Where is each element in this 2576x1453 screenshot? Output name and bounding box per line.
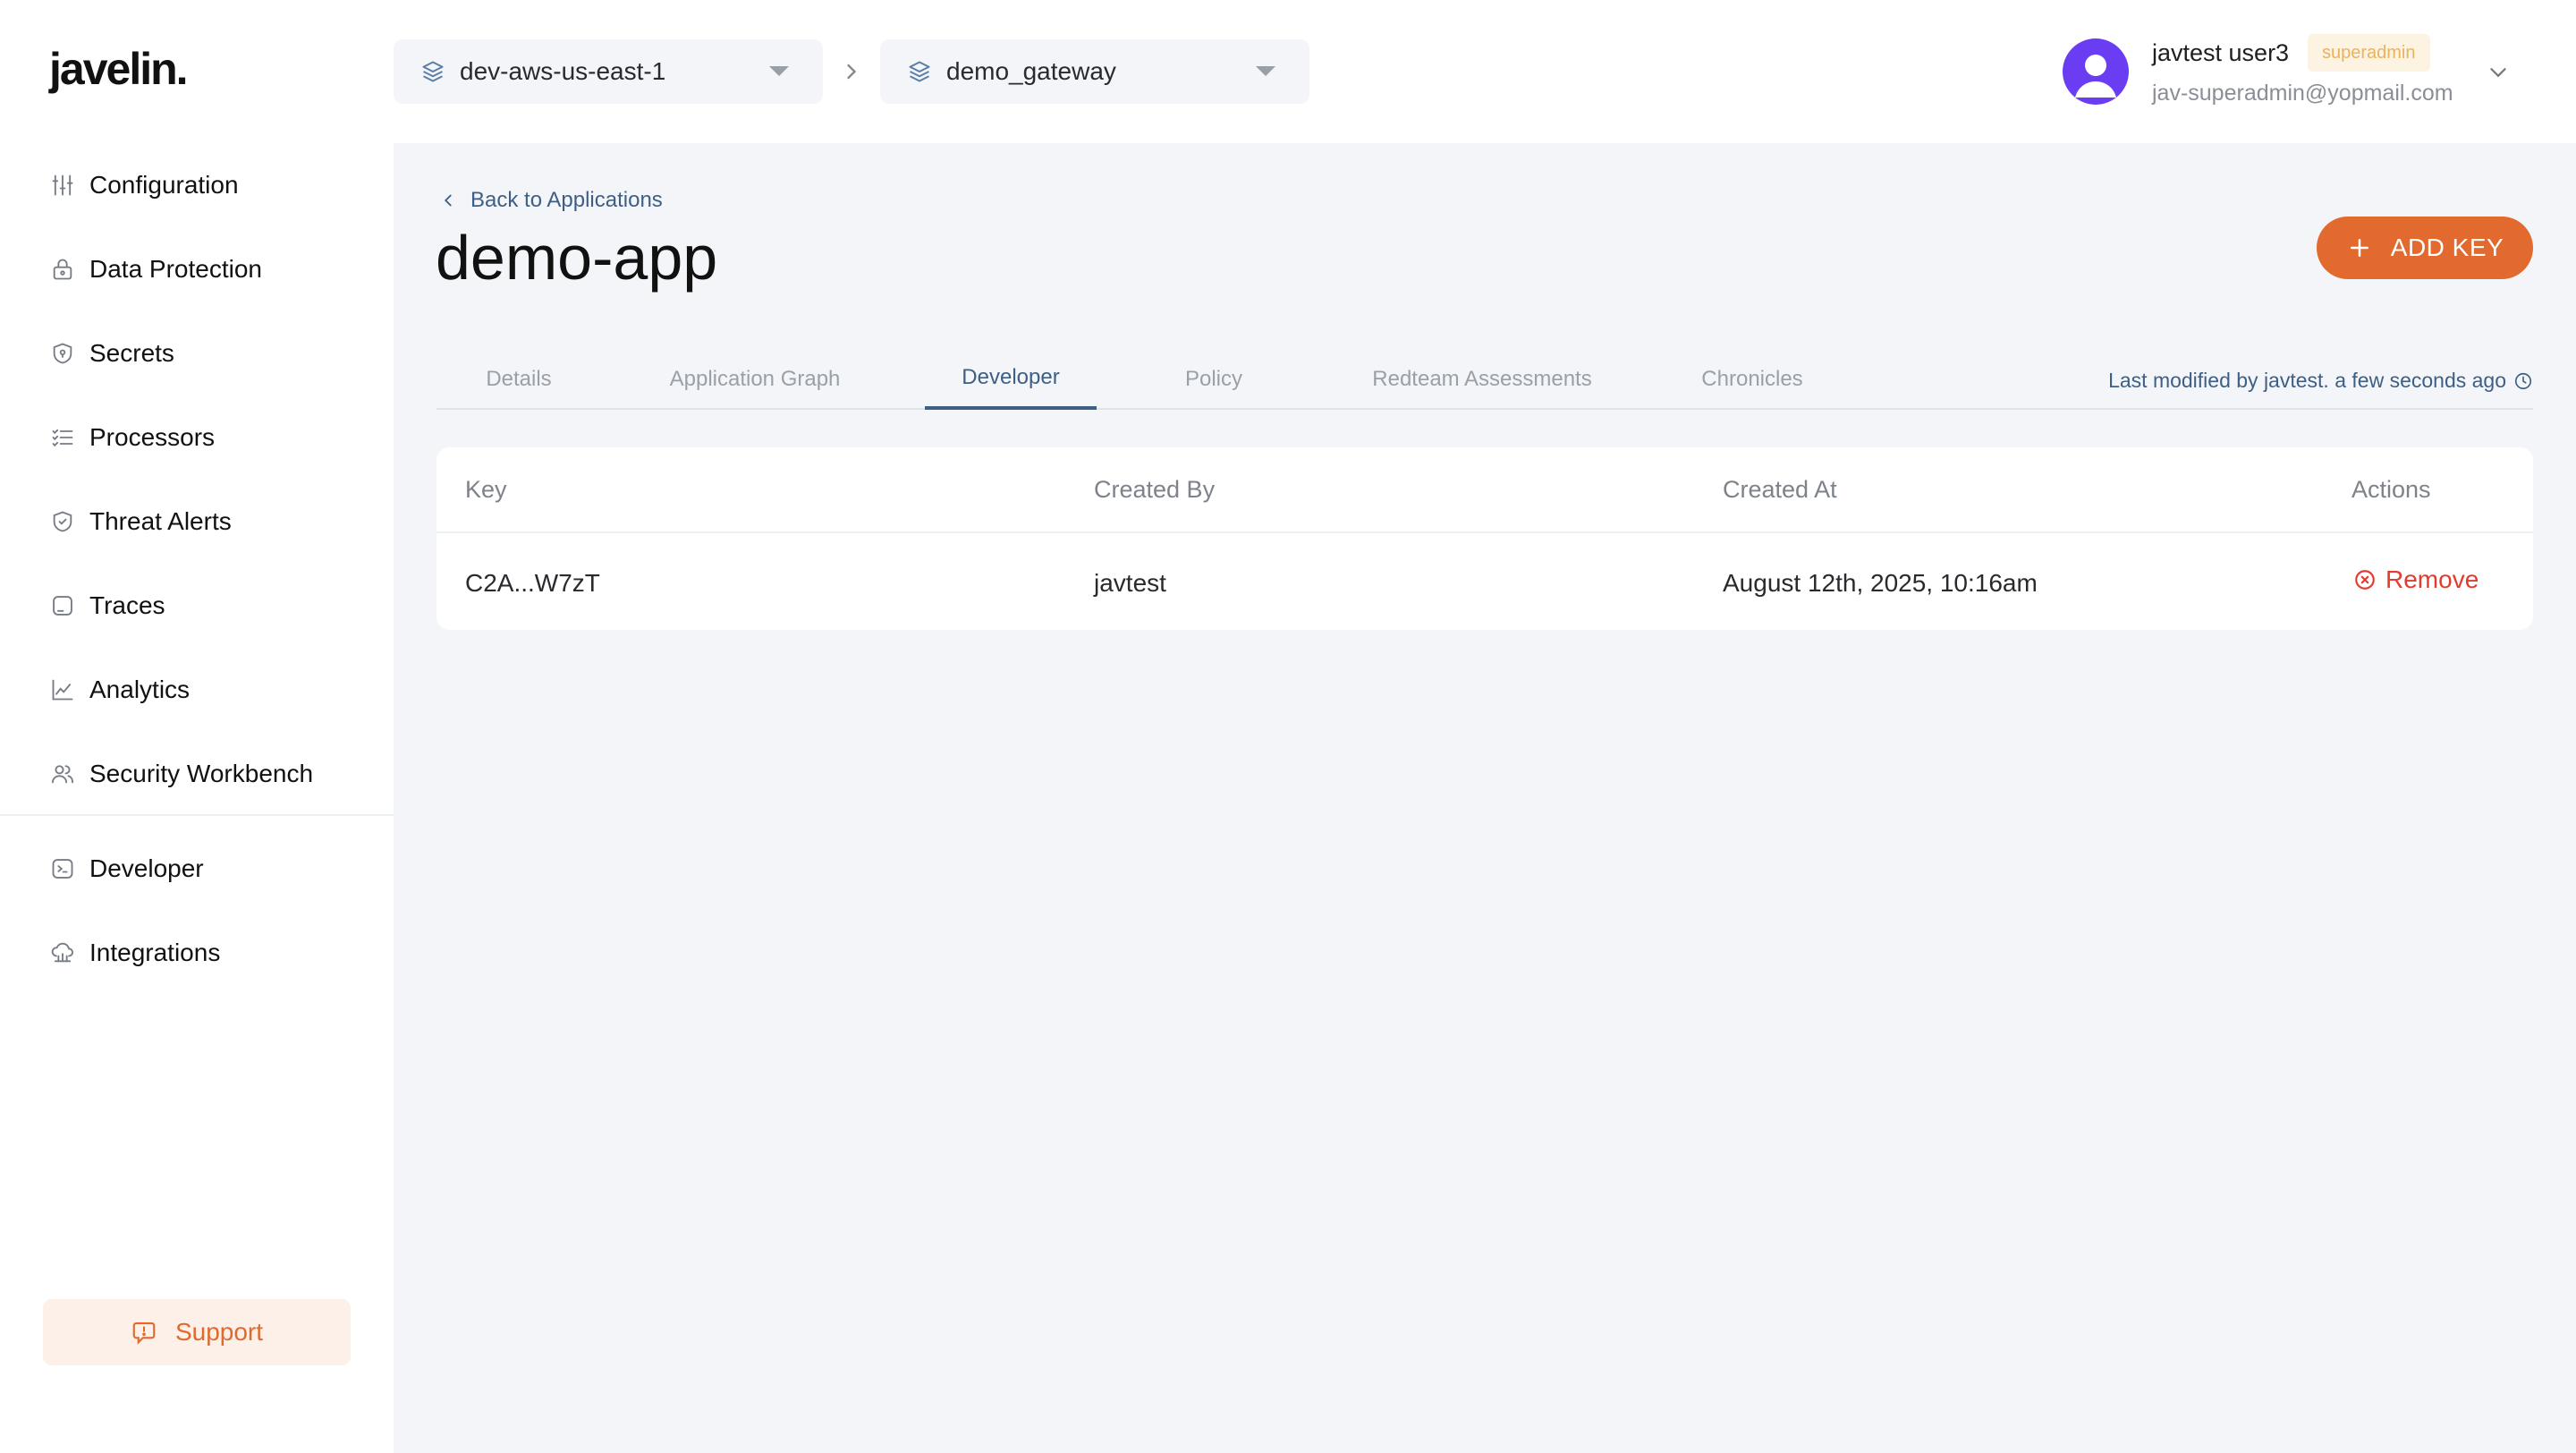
environment-selector[interactable]: dev-aws-us-east-1 [394,39,823,104]
caret-down-icon [1256,66,1275,76]
users-icon [50,761,75,786]
add-key-button[interactable]: ADD KEY [2317,217,2533,279]
gateway-selector[interactable]: demo_gateway [880,39,1309,104]
remove-label: Remove [2385,565,2479,593]
last-modified-text: Last modified by javtest. a few seconds … [2108,369,2506,392]
column-header-created-by: Created By [1094,476,1216,503]
sidebar-item-integrations[interactable]: Integrations [0,911,394,995]
caret-down-icon [769,66,789,76]
clock-icon [2513,371,2533,391]
sidebar: javelin. Configuration Data Protection S… [0,0,394,1453]
sidebar-item-label: Integrations [89,939,221,966]
avatar[interactable] [2063,38,2129,105]
column-header-created-at: Created At [1723,476,1837,503]
table-header: Key Created By Created At Actions [436,447,2533,533]
layers-icon [420,59,445,84]
page-title: demo-app [436,223,718,293]
cloud-icon [50,940,75,965]
gateway-value: demo_gateway [946,57,1116,85]
help-chat-icon [131,1319,157,1346]
sliders-icon [50,173,75,198]
sidebar-item-processors[interactable]: Processors [0,395,394,480]
role-badge: superadmin [2308,34,2430,72]
sidebar-item-threat-alerts[interactable]: Threat Alerts [0,480,394,564]
chevron-left-icon [438,191,458,210]
cell-created-by: javtest [1094,569,1166,597]
sidebar-item-analytics[interactable]: Analytics [0,648,394,732]
layers-icon [907,59,932,84]
line-chart-icon [50,677,75,702]
back-link-label: Back to Applications [470,188,663,212]
tab-policy[interactable]: Policy [1141,356,1286,410]
tab-details[interactable]: Details [436,356,601,410]
sidebar-nav: Configuration Data Protection Secrets Pr… [0,143,394,816]
keys-table: Key Created By Created At Actions C2A...… [436,447,2533,630]
top-bar: dev-aws-us-east-1 demo_gateway javtest u… [394,0,2576,143]
app-logo[interactable]: javelin. [49,43,189,95]
sidebar-item-label: Analytics [89,676,191,703]
add-key-label: ADD KEY [2390,234,2504,261]
list-check-icon [50,425,75,450]
sidebar-item-data-protection[interactable]: Data Protection [0,227,394,311]
user-email: jav-superadmin@yopmail.com [2152,81,2453,106]
lock-icon [50,257,75,282]
support-label: Support [174,1318,264,1346]
plus-icon [2346,234,2373,261]
chevron-right-icon [839,59,864,84]
close-circle-icon [2353,568,2377,591]
tab-application-graph[interactable]: Application Graph [658,356,852,410]
user-name: javtest user3 [2152,39,2290,66]
tab-redteam-assessments[interactable]: Redteam Assessments [1354,356,1610,410]
tab-bar: Details Application Graph Developer Poli… [436,356,2533,410]
sidebar-item-traces[interactable]: Traces [0,564,394,648]
sidebar-item-developer[interactable]: Developer [0,827,394,911]
sidebar-secondary-nav: Developer Integrations [0,827,394,995]
last-modified-info: Last modified by javtest. a few seconds … [2108,369,2533,393]
sidebar-item-secrets[interactable]: Secrets [0,311,394,395]
sidebar-item-label: Data Protection [89,255,262,283]
terminal-icon [50,856,75,881]
cell-key: C2A...W7zT [465,569,600,597]
tab-developer[interactable]: Developer [925,356,1097,410]
back-to-applications-link[interactable]: Back to Applications [438,188,663,213]
shield-check-icon [50,509,75,534]
sidebar-item-label: Traces [89,591,165,619]
sidebar-item-label: Threat Alerts [89,507,232,535]
cell-created-at: August 12th, 2025, 10:16am [1723,569,2038,597]
sidebar-item-security-workbench[interactable]: Security Workbench [0,732,394,816]
sidebar-item-label: Configuration [89,171,239,199]
shield-key-icon [50,341,75,366]
sidebar-item-label: Developer [89,854,204,882]
sidebar-divider [0,814,394,816]
column-header-key: Key [465,476,507,503]
sidebar-item-label: Processors [89,423,216,451]
chevron-down-icon[interactable] [2485,59,2512,86]
sidebar-item-label: Secrets [89,339,174,367]
sidebar-item-label: Security Workbench [89,760,314,787]
sidebar-item-configuration[interactable]: Configuration [0,143,394,227]
remove-key-button[interactable]: Remove [2353,565,2479,594]
square-icon [50,593,75,618]
support-button[interactable]: Support [43,1299,351,1365]
environment-value: dev-aws-us-east-1 [460,57,666,85]
tab-chronicles[interactable]: Chronicles [1680,356,1825,410]
column-header-actions: Actions [2351,476,2431,503]
